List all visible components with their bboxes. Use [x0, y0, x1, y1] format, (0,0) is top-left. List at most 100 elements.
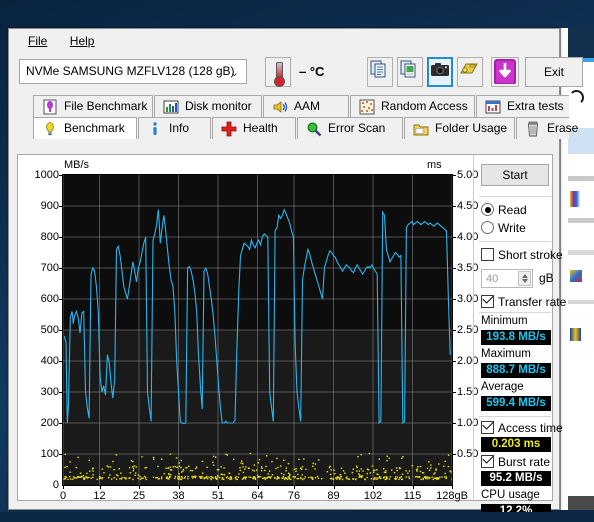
chart-x-tick: 51: [211, 490, 225, 502]
chart-x-tick: 64: [251, 490, 264, 502]
chart-x-tick: 89: [327, 490, 340, 502]
tab-info-label: Info: [169, 121, 190, 135]
tab-erase-label: Erase: [547, 121, 579, 135]
chart-x-tick: 0: [59, 490, 67, 502]
tab-file-benchmark-label: File Benchmark: [64, 99, 148, 113]
benchmark-bulb-icon: [46, 122, 54, 136]
background-window-row-1: [568, 176, 594, 181]
checkbox-burst-rate[interactable]: Burst rate: [481, 452, 550, 469]
chart-x-tick: 102: [363, 490, 383, 502]
tab-folder-usage[interactable]: Folder Usage: [404, 117, 515, 139]
tab-disk-monitor[interactable]: Disk monitor: [154, 95, 262, 117]
drive-select-value: NVMe SAMSUNG MZFLV128 (128 gB): [26, 64, 235, 78]
chart-y-tick-mark: [59, 299, 63, 300]
copy-button[interactable]: [367, 57, 393, 87]
short-stroke-spinner[interactable]: [518, 271, 531, 286]
chart-y2-axis-unit: ms: [427, 159, 442, 171]
chart-y2-tick-mark: [452, 361, 456, 362]
health-cross-icon: [221, 121, 237, 137]
tab-error-scan[interactable]: Error Scan: [297, 117, 403, 139]
file-benchmark-icon: [43, 99, 57, 115]
chart-x-tick-mark: [99, 485, 101, 489]
chart-x-tick: 12: [93, 490, 106, 502]
screenshot-button[interactable]: [427, 57, 453, 87]
tab-health-label: Health: [243, 121, 278, 135]
access-time-value: 0.203 ms: [481, 437, 551, 452]
folder-usage-icon: [413, 124, 429, 136]
chevron-down-icon[interactable]: ⌄: [230, 66, 239, 79]
chart-y2-tick-mark: [452, 392, 456, 393]
folder-keys-icon: [460, 63, 478, 74]
radio-write[interactable]: Write: [481, 221, 526, 235]
chart-x-tick: 76: [287, 490, 301, 502]
radio-read[interactable]: Read: [481, 203, 527, 217]
menu-bar: File Help: [9, 29, 559, 51]
chart-y-tick-mark: [59, 423, 63, 424]
background-window-row-3: [568, 250, 594, 255]
chart-series: [63, 208, 452, 481]
menu-file[interactable]: File: [19, 33, 56, 49]
chart-plot-area[interactable]: 0 100 200 300 400 500 600 700 800 900 100…: [35, 169, 479, 502]
taskbar: [0, 512, 594, 522]
tab-row-primary: File Benchmark Disk monitor AAM Random A…: [17, 95, 569, 117]
tab-benchmark[interactable]: Benchmark: [33, 117, 137, 139]
chart-x-tick-mark: [63, 485, 64, 489]
exit-button[interactable]: Exit: [525, 57, 583, 87]
checkbox-burst-rate-indicator: [481, 452, 494, 468]
checkbox-access-time-label: Access time: [498, 421, 563, 435]
checkbox-short-stroke-indicator: [481, 248, 494, 261]
tab-random-access[interactable]: Random Access: [350, 95, 475, 117]
minimum-value: 193.8 MB/s: [481, 330, 551, 345]
checkbox-transfer-rate[interactable]: Transfer rate: [481, 292, 567, 309]
chart-y2-tick-mark: [452, 299, 456, 300]
short-stroke-input[interactable]: 40: [481, 269, 533, 288]
drive-select-combobox[interactable]: NVMe SAMSUNG MZFLV128 (128 gB) ⌄: [19, 59, 247, 84]
chart-x-tick-mark: [257, 485, 259, 489]
tab-erase[interactable]: Erase: [516, 117, 578, 139]
tab-extra-tests[interactable]: Extra tests: [476, 95, 569, 117]
background-window-icon-1: [570, 191, 580, 207]
menu-help[interactable]: Help: [61, 33, 104, 49]
extra-tests-icon: [485, 100, 501, 114]
chart-y2-tick-mark: [452, 454, 456, 455]
chart-y-tick-mark: [59, 206, 63, 207]
chart-y-tick: 600: [40, 293, 59, 305]
background-window-row-4: [568, 300, 594, 304]
checkbox-access-time[interactable]: Access time: [481, 418, 563, 435]
burst-rate-value: 95.2 MB/s: [481, 471, 551, 486]
chart-x-tick-mark: [452, 485, 453, 489]
tab-aam-label: AAM: [294, 99, 321, 113]
chart-x-tick-mark: [218, 485, 219, 489]
checkbox-short-stroke[interactable]: Short stroke: [481, 248, 563, 262]
tab-benchmark-label: Benchmark: [64, 121, 125, 135]
tab-disk-monitor-label: Disk monitor: [185, 99, 252, 113]
spinner-down-icon[interactable]: [522, 279, 528, 283]
aam-speaker-icon: [273, 101, 288, 113]
random-access-icon: [359, 99, 375, 115]
menu-file-label: File: [28, 34, 48, 48]
chart-y-tick: 0: [52, 479, 59, 491]
tab-aam[interactable]: AAM: [263, 95, 349, 117]
screenshot-camera-icon: [431, 63, 449, 76]
chart-y-tick: 100: [40, 448, 59, 460]
checkbox-transfer-rate-label: Transfer rate: [498, 295, 567, 309]
menu-help-label: Help: [69, 34, 95, 48]
tab-info[interactable]: Info: [138, 117, 211, 139]
tab-file-benchmark[interactable]: File Benchmark: [33, 95, 153, 117]
tab-random-access-label: Random Access: [381, 99, 468, 113]
tab-health[interactable]: Health: [212, 117, 296, 139]
chart-x-tick: 128gB: [436, 490, 468, 502]
save-download-icon: [494, 59, 516, 85]
save-download-button[interactable]: [491, 57, 519, 87]
spinner-up-icon[interactable]: [522, 274, 528, 278]
folder-keys-button[interactable]: [457, 57, 483, 87]
chart-y-tick-mark: [59, 237, 63, 238]
chart-y-tick: 800: [40, 231, 59, 243]
temperature-button[interactable]: [265, 57, 291, 87]
copy-image-icon: [400, 60, 416, 78]
start-button[interactable]: Start: [481, 164, 549, 186]
copy-image-button[interactable]: [397, 57, 423, 87]
background-window-row-2: [568, 218, 594, 223]
chart-x-tick-mark: [139, 485, 140, 489]
toolbar: NVMe SAMSUNG MZFLV128 (128 gB) ⌄ – °C Ex…: [9, 51, 583, 95]
